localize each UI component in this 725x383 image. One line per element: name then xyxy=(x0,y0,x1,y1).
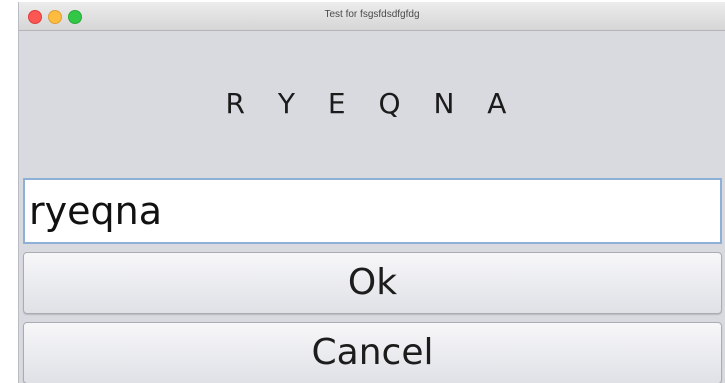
dialog-window: Test for fsgsfdsdfgfdg R Y E Q N A Ok Ca… xyxy=(18,2,725,383)
cancel-button[interactable]: Cancel xyxy=(23,322,722,383)
answer-input[interactable] xyxy=(23,178,722,244)
ok-button[interactable]: Ok xyxy=(23,252,722,314)
prompt-text: R Y E Q N A xyxy=(225,87,519,120)
title-bar[interactable]: Test for fsgsfdsdfgfdg xyxy=(19,2,725,31)
window-title: Test for fsgsfdsdfgfdg xyxy=(324,9,420,20)
